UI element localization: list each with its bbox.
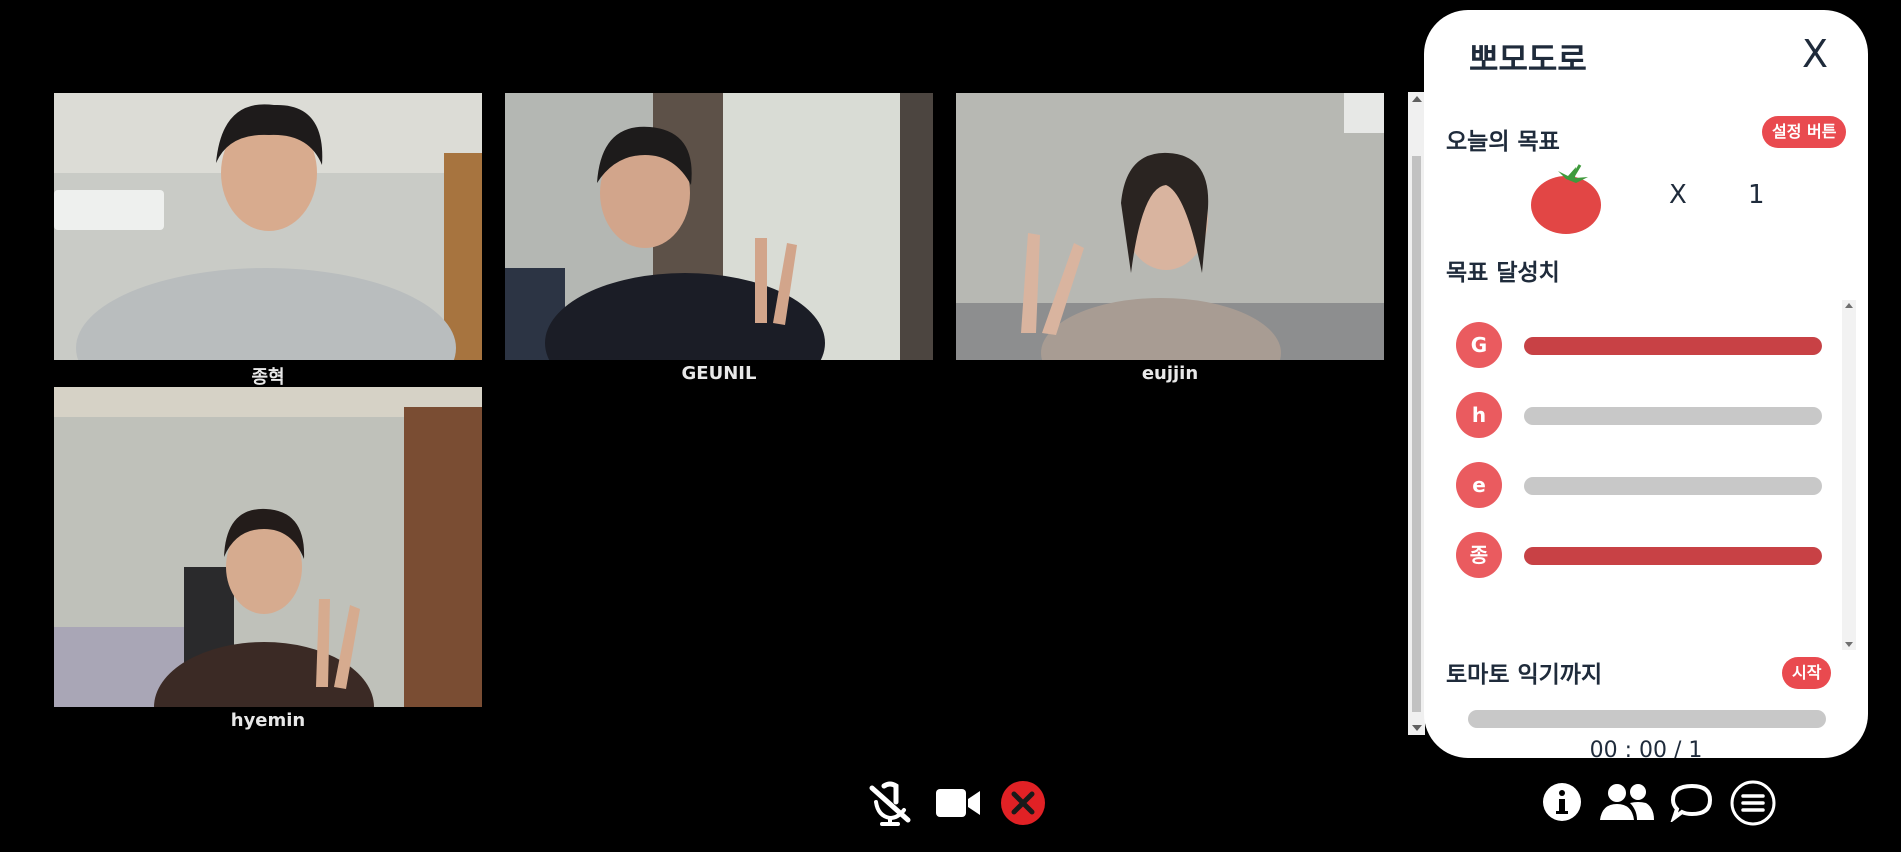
member-row: G [1456, 322, 1836, 370]
goal-count: 1 [1748, 180, 1765, 210]
member-row: h [1456, 392, 1836, 440]
info-icon [1543, 783, 1581, 821]
video-area-scrollbar[interactable] [1408, 92, 1425, 735]
pomodoro-panel: 뽀모도로 X 오늘의 목표 설정 버튼 X 1 목표 달성치 G h e 종 토… [1424, 10, 1868, 758]
participant-name: hyemin [230, 710, 306, 731]
menu-button[interactable] [1730, 780, 1776, 826]
progress-fill [1524, 337, 1822, 355]
mute-microphone-button[interactable] [864, 780, 916, 826]
video-feed [505, 93, 933, 360]
video-feed [54, 387, 482, 707]
participant-name: GEUNIL [681, 363, 757, 384]
chat-icon [1670, 783, 1713, 824]
participants-button[interactable] [1600, 782, 1654, 822]
video-feed [956, 93, 1384, 360]
avatar: 종 [1456, 532, 1502, 578]
participant-name: eujjin [1141, 363, 1199, 384]
member-list-scrollbar[interactable] [1842, 300, 1856, 650]
info-button[interactable] [1542, 782, 1582, 822]
timer-readout: 00 : 00 / 1 [1589, 738, 1703, 758]
video-tile-eujjin[interactable] [956, 93, 1384, 360]
avatar: e [1456, 462, 1502, 508]
goal-heading: 오늘의 목표 [1446, 129, 1560, 155]
scroll-up-arrow[interactable] [1845, 303, 1853, 308]
leave-call-button[interactable] [1000, 780, 1046, 826]
scroll-up-arrow[interactable] [1412, 96, 1422, 102]
scrollbar-thumb[interactable] [1412, 156, 1421, 712]
participants-icon [1600, 784, 1654, 820]
progress-fill [1524, 547, 1822, 565]
start-button[interactable]: 시작 [1782, 657, 1832, 689]
set-goal-button[interactable]: 설정 버튼 [1762, 116, 1847, 148]
progress-bar [1524, 547, 1822, 565]
video-camera-icon [936, 789, 980, 817]
participant-name: 종혁 [251, 367, 285, 388]
avatar: G [1456, 322, 1502, 368]
progress-heading: 목표 달성치 [1446, 260, 1560, 286]
close-button[interactable]: X [1802, 32, 1828, 76]
menu-icon [1730, 780, 1776, 826]
video-feed [54, 93, 482, 360]
video-tile-hyemin[interactable] [54, 387, 482, 707]
tomato-icon [1531, 164, 1601, 234]
scroll-down-arrow[interactable] [1412, 725, 1422, 731]
member-progress-list: G h e 종 [1424, 300, 1856, 650]
scroll-down-arrow[interactable] [1845, 642, 1853, 647]
avatar: h [1456, 392, 1502, 438]
camera-toggle-button[interactable] [934, 785, 982, 821]
panel-title: 뽀모도로 [1469, 40, 1587, 78]
video-tile-geunil[interactable] [505, 93, 933, 360]
video-tile-jonghyuk[interactable] [54, 93, 482, 360]
progress-bar [1524, 477, 1822, 495]
progress-bar [1524, 407, 1822, 425]
leave-call-icon [1001, 781, 1045, 825]
member-row: 종 [1456, 532, 1836, 580]
member-row: e [1456, 462, 1836, 510]
timer-heading: 토마토 익기까지 [1446, 662, 1603, 688]
mic-off-icon [869, 781, 911, 826]
progress-bar [1524, 337, 1822, 355]
chat-button[interactable] [1670, 782, 1714, 824]
timer-progress-bar [1468, 710, 1826, 728]
goal-multiplier: X [1669, 180, 1687, 210]
